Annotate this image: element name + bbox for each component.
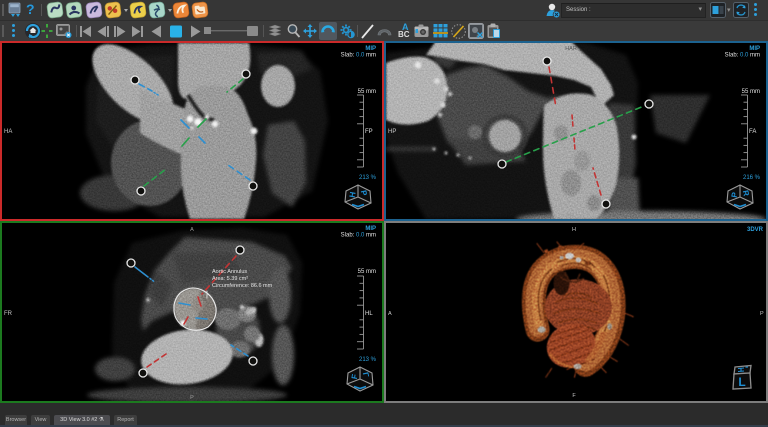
svg-text:213 %: 213 % [359, 357, 377, 363]
svg-text:Slab: 0.0 mm: Slab: 0.0 mm [341, 53, 376, 59]
svg-text:FR: FR [566, 213, 573, 219]
svg-text:Aortic Annulus: Aortic Annulus [212, 269, 247, 275]
svg-text:HP: HP [388, 129, 396, 135]
svg-text:A: A [190, 227, 194, 233]
svg-text:55 mm: 55 mm [358, 89, 376, 95]
svg-text:P: P [760, 311, 764, 317]
svg-text:FA: FA [749, 129, 756, 135]
svg-text:P: P [190, 395, 194, 401]
svg-text:L: L [738, 375, 745, 389]
svg-text:55 mm: 55 mm [742, 89, 760, 95]
svg-text:FR: FR [4, 311, 13, 317]
svg-text:216 %: 216 % [743, 175, 761, 181]
svg-text:55 mm: 55 mm [358, 269, 376, 275]
svg-text:Area: 5.39 cm²: Area: 5.39 cm² [212, 276, 248, 282]
svg-text:HL: HL [365, 311, 373, 317]
svg-text:H: H [572, 227, 576, 233]
svg-text:HA: HA [4, 129, 12, 135]
svg-text:MIP: MIP [365, 226, 376, 232]
svg-text:MIP: MIP [365, 46, 376, 52]
svg-text:213 %: 213 % [359, 175, 377, 181]
svg-text:A: A [388, 311, 392, 317]
svg-text:R: R [190, 46, 194, 52]
svg-text:L: L [190, 213, 193, 219]
svg-text:Circumference: 86.6 mm: Circumference: 86.6 mm [212, 283, 273, 289]
svg-text:Slab: 0.0 mm: Slab: 0.0 mm [725, 53, 760, 59]
svg-text:Slab: 0.0 mm: Slab: 0.0 mm [341, 233, 376, 239]
svg-text:FP: FP [365, 129, 373, 135]
svg-text:3DVR: 3DVR [747, 227, 764, 233]
svg-text:MIP: MIP [749, 46, 760, 52]
svg-text:HAR: HAR [565, 46, 577, 52]
